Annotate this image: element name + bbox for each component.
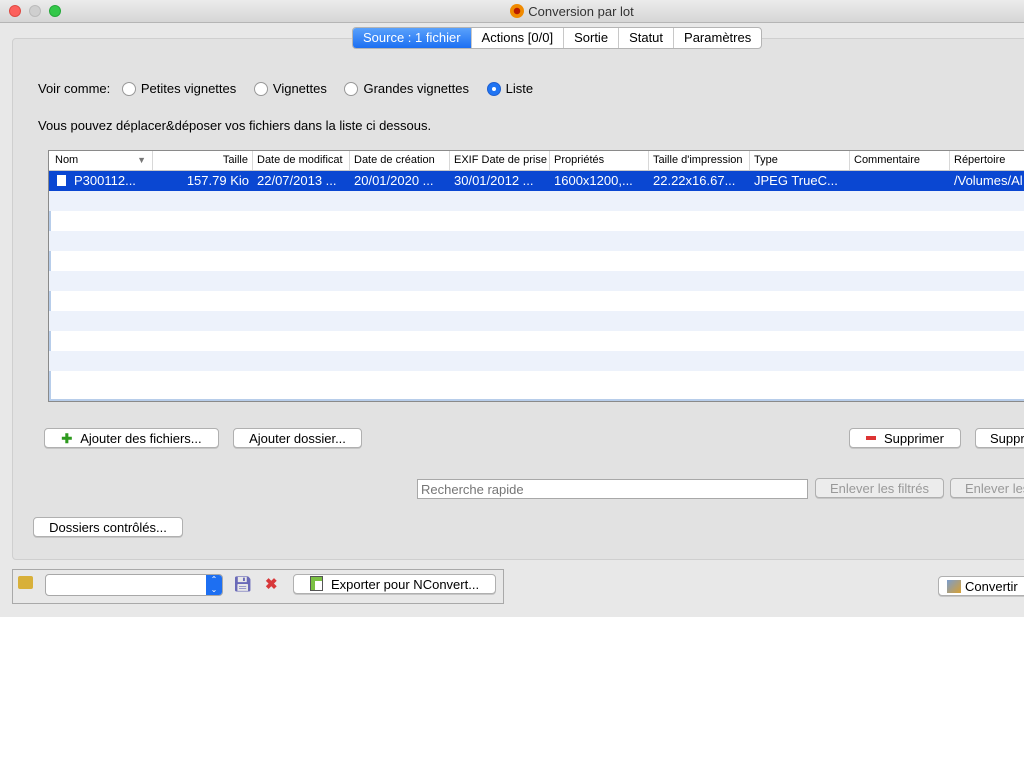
remove-all-button[interactable]: Suppr	[975, 428, 1024, 448]
tab-status[interactable]: Statut	[619, 28, 675, 48]
minus-icon	[866, 436, 877, 440]
file-list[interactable]: Nom ▼ Taille Date de modificat Date de cr…	[48, 150, 1024, 402]
radio-list[interactable]: Liste	[479, 81, 533, 96]
remove-button[interactable]: Supprimer	[849, 428, 961, 448]
export-icon	[309, 576, 323, 591]
drag-drop-hint: Vous pouvez déplacer&déposer vos fichier…	[38, 118, 432, 133]
cell-comment	[850, 171, 950, 191]
column-header-comment[interactable]: Commentaire	[850, 151, 950, 170]
open-folder-icon[interactable]	[18, 576, 33, 589]
convert-icon	[947, 580, 961, 593]
cell-created: 20/01/2020 ...	[354, 173, 434, 188]
radio-large-thumbnails[interactable]: Grandes vignettes	[336, 81, 469, 96]
file-icon	[57, 175, 66, 186]
plus-icon: ✚	[61, 431, 73, 446]
preset-select[interactable]: ⌃ ⌄	[45, 574, 223, 596]
cell-type: JPEG TrueC...	[754, 173, 838, 188]
cell-directory: /Volumes/Al	[954, 173, 1023, 188]
cell-size: 157.79 Kio	[186, 173, 249, 188]
cell-modified: 22/07/2013 ...	[257, 173, 337, 188]
column-header-created[interactable]: Date de création	[350, 151, 450, 170]
radio-thumbnails[interactable]: Vignettes	[246, 81, 327, 96]
column-header-exif-date[interactable]: EXIF Date de prise	[450, 151, 550, 170]
table-row[interactable]: P300112... 157.79 Kio 22/07/2013 ... 20/…	[49, 171, 1024, 191]
tab-bar: Source : 1 fichier Actions [0/0] Sortie …	[352, 27, 763, 49]
chevron-updown-icon: ⌃ ⌄	[206, 575, 222, 595]
cell-print-size: 22.22x16.67...	[653, 173, 736, 188]
column-header-print-size[interactable]: Taille d'impression	[649, 151, 750, 170]
remove-all-filtered-button[interactable]: Enlever les	[950, 478, 1024, 498]
window-title: Conversion par lot	[528, 4, 634, 19]
tab-output[interactable]: Sortie	[564, 28, 620, 48]
delete-icon[interactable]: ✖	[265, 575, 278, 593]
remove-filtered-button[interactable]: Enlever les filtrés	[815, 478, 944, 498]
tab-settings[interactable]: Paramètres	[674, 28, 761, 48]
add-folder-button[interactable]: Ajouter dossier...	[233, 428, 362, 448]
column-header-directory[interactable]: Répertoire	[950, 151, 1024, 170]
sort-descending-icon: ▼	[137, 155, 146, 165]
column-header-size[interactable]: Taille	[153, 151, 253, 170]
watched-folders-button[interactable]: Dossiers contrôlés...	[33, 517, 183, 537]
app-icon	[510, 4, 525, 18]
convert-button[interactable]: Convertir	[938, 576, 1024, 596]
file-list-header: Nom ▼ Taille Date de modificat Date de cr…	[49, 151, 1024, 171]
quick-search-input[interactable]	[417, 479, 808, 499]
batch-conversion-window: Conversion par lot Source : 1 fichier Ac…	[0, 0, 1024, 617]
radio-small-thumbnails[interactable]: Petites vignettes	[114, 81, 236, 96]
column-header-properties[interactable]: Propriétés	[550, 151, 649, 170]
export-nconvert-button[interactable]: Exporter pour NConvert...	[293, 574, 496, 594]
tab-actions[interactable]: Actions [0/0]	[472, 28, 565, 48]
view-as-label: Voir comme:	[38, 81, 111, 96]
cell-name: P300112...	[49, 171, 153, 191]
column-header-modified[interactable]: Date de modificat	[253, 151, 350, 170]
cell-exif-date: 30/01/2012 ...	[454, 173, 534, 188]
save-icon[interactable]: 💾︎	[233, 575, 252, 593]
add-files-button[interactable]: ✚ Ajouter des fichiers...	[44, 428, 219, 448]
title-bar: Conversion par lot	[0, 0, 1024, 23]
column-header-name[interactable]: Nom ▼	[51, 151, 153, 170]
view-as-group: Voir comme: Petites vignettes Vignettes …	[38, 81, 533, 96]
tab-source[interactable]: Source : 1 fichier	[353, 28, 472, 48]
column-header-type[interactable]: Type	[750, 151, 850, 170]
cell-properties: 1600x1200,...	[554, 173, 633, 188]
